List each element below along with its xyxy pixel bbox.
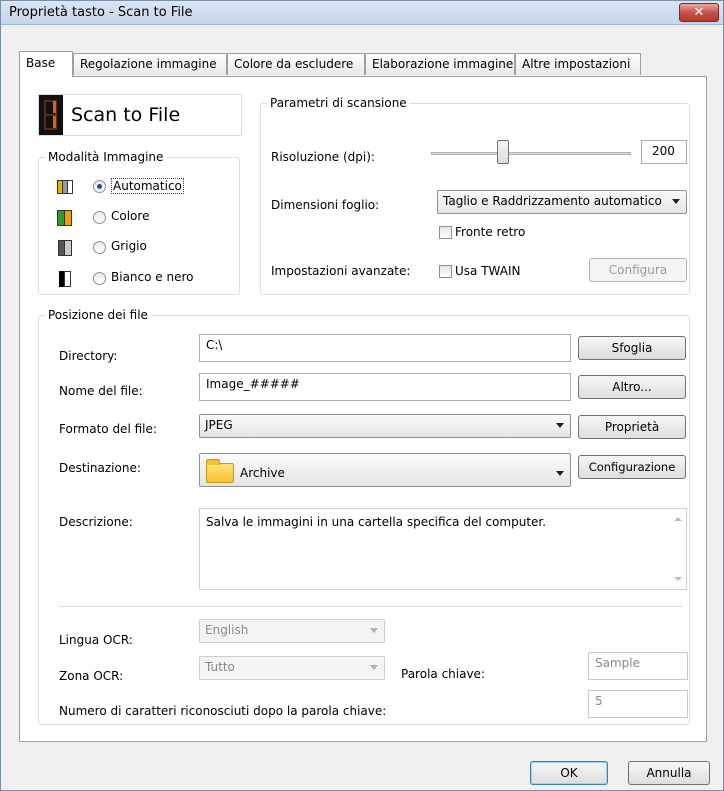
description-textarea[interactable]: Salva le immagini in una cartella specif… <box>199 508 687 590</box>
button-number-icon <box>39 95 63 135</box>
gray-mode-icon <box>57 239 73 257</box>
auto-mode-icon <box>57 178 73 196</box>
filename-label: Nome del file: <box>59 384 143 398</box>
close-icon: ✕ <box>693 5 705 20</box>
chevron-down-icon <box>556 471 564 476</box>
directory-label: Directory: <box>59 349 118 363</box>
radio-grigio-label: Grigio <box>111 239 147 253</box>
ocr-zone-value: Tutto <box>205 660 235 674</box>
keyword-input[interactable]: Sample <box>588 652 688 680</box>
directory-input[interactable]: C:\ <box>199 334 571 362</box>
advanced-settings-label: Impostazioni avanzate: <box>271 264 411 278</box>
bw-mode-icon <box>57 270 73 288</box>
tab-image-processing[interactable]: Elaborazione immagine <box>365 53 515 75</box>
duplex-checkbox[interactable] <box>439 226 452 239</box>
button-name-label: Scan to File <box>71 104 181 126</box>
file-format-value: JPEG <box>205 418 233 432</box>
resolution-slider[interactable] <box>431 140 631 166</box>
button-name-box: Scan to File <box>38 94 242 136</box>
close-button[interactable]: ✕ <box>679 3 719 22</box>
keyword-label: Parola chiave: <box>401 667 485 681</box>
file-location-title: Posizione dei file <box>45 308 151 322</box>
ocr-language-select[interactable]: English <box>199 619 385 643</box>
file-properties-button[interactable]: Proprietà <box>578 415 686 439</box>
scroll-up-icon[interactable] <box>674 517 682 521</box>
resolution-label: Risoluzione (dpi): <box>271 150 375 164</box>
destination-select[interactable]: Archive <box>199 453 571 487</box>
cancel-button[interactable]: Annulla <box>628 761 710 785</box>
folder-icon <box>206 459 234 483</box>
destination-config-button[interactable]: Configurazione <box>578 455 686 479</box>
chars-after-keyword-input[interactable]: 5 <box>588 690 688 718</box>
tab-image-adjustment[interactable]: Regolazione immagine <box>73 53 227 75</box>
tab-base[interactable]: Base <box>19 51 73 77</box>
ocr-separator <box>59 606 683 607</box>
radio-bianco-nero[interactable] <box>93 272 106 285</box>
radio-grigio[interactable] <box>93 241 106 254</box>
ocr-language-label: Lingua OCR: <box>59 633 133 647</box>
paper-size-select[interactable]: Taglio e Raddrizzamento automatico <box>437 190 687 214</box>
scan-params-title: Parametri di scansione <box>267 96 410 110</box>
ocr-language-value: English <box>205 623 249 637</box>
slider-track <box>431 152 631 155</box>
browse-button[interactable]: Sfoglia <box>578 336 686 360</box>
paper-size-value: Taglio e Raddrizzamento automatico <box>443 194 662 208</box>
scroll-down-icon[interactable] <box>674 577 682 581</box>
file-format-select[interactable]: JPEG <box>199 414 571 438</box>
radio-automatico[interactable] <box>93 180 106 193</box>
ok-button[interactable]: OK <box>530 761 608 785</box>
slider-thumb[interactable] <box>497 140 509 164</box>
chevron-down-icon <box>370 665 378 670</box>
configure-button[interactable]: Configura <box>589 258 687 282</box>
radio-bianco-nero-label: Bianco e nero <box>111 270 194 284</box>
tab-other-settings[interactable]: Altre impostazioni <box>515 53 641 75</box>
paper-size-label: Dimensioni foglio: <box>271 198 380 212</box>
file-format-label: Formato del file: <box>59 422 157 436</box>
more-button[interactable]: Altro... <box>578 375 686 399</box>
radio-colore[interactable] <box>93 211 106 224</box>
description-label: Descrizione: <box>59 515 133 529</box>
properties-dialog: Proprietà tasto - Scan to File ✕ Base Re… <box>0 0 724 791</box>
twain-checkbox[interactable] <box>439 265 452 278</box>
destination-value: Archive <box>240 466 285 480</box>
image-mode-group: Modalità Immagine Automatico Colore Grig… <box>38 150 240 295</box>
tab-dropout-color[interactable]: Colore da escludere <box>227 53 365 75</box>
window-title: Proprietà tasto - Scan to File <box>9 5 193 20</box>
description-text: Salva le immagini in una cartella specif… <box>206 515 547 529</box>
chars-after-keyword-label: Numero di caratteri riconosciuti dopo la… <box>59 704 387 718</box>
resolution-input[interactable]: 200 <box>641 140 687 164</box>
duplex-label: Fronte retro <box>455 225 526 239</box>
image-mode-title: Modalità Immagine <box>45 150 167 164</box>
chevron-down-icon <box>370 628 378 633</box>
ocr-zone-label: Zona OCR: <box>59 669 124 683</box>
scan-params-group: Parametri di scansione Risoluzione (dpi)… <box>260 96 690 295</box>
radio-automatico-label: Automatico <box>111 178 184 194</box>
destination-label: Destinazione: <box>59 461 141 475</box>
twain-label: Usa TWAIN <box>455 264 521 278</box>
tab-panel-base: Scan to File Modalità Immagine Automatic… <box>19 76 707 742</box>
ocr-zone-select[interactable]: Tutto <box>199 656 385 680</box>
title-bar: Proprietà tasto - Scan to File ✕ <box>1 1 723 25</box>
filename-input[interactable]: Image_##### <box>199 373 571 401</box>
radio-colore-label: Colore <box>111 209 150 223</box>
chevron-down-icon <box>672 199 680 204</box>
file-location-group: Posizione dei file Directory: C:\ Sfogli… <box>38 308 690 725</box>
chevron-down-icon <box>556 423 564 428</box>
color-mode-icon <box>57 209 73 227</box>
